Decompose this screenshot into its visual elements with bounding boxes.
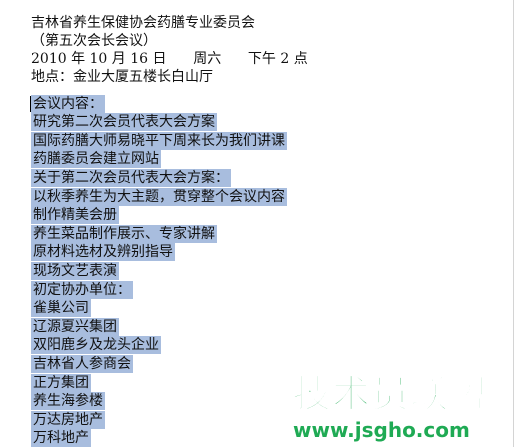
- watermark-title: 技术员联盟: [292, 371, 489, 417]
- selected-line-text: 研究第二次会员代表大会方案: [31, 113, 217, 132]
- selected-line[interactable]: 初定协办单位：: [31, 280, 287, 299]
- selected-line-text: 制作精美会册: [31, 206, 119, 225]
- watermark-url: www.jsgho.com: [293, 418, 470, 442]
- meeting-date-line: 2010 年 10 月 16 日 周六 下午 2 点: [31, 51, 308, 67]
- selected-line[interactable]: 万科地产: [31, 429, 287, 447]
- document-header: 吉林省养生保健协会药膳专业委员会 （第五次会长会议） 2010 年 10 月 1…: [31, 14, 308, 86]
- selected-line-text: 药膳委员会建立网站: [31, 150, 161, 169]
- document-subtitle: （第五次会长会议）: [31, 33, 157, 49]
- selected-line[interactable]: 国际药膳大师易晓平下周来长为我们讲课: [31, 131, 287, 150]
- selected-line[interactable]: 关于第二次会员代表大会方案：: [31, 168, 287, 187]
- document-page[interactable]: 吉林省养生保健协会药膳专业委员会 （第五次会长会议） 2010 年 10 月 1…: [0, 0, 522, 447]
- selected-line[interactable]: 双阳鹿乡及龙头企业: [31, 336, 287, 355]
- selected-line-text: 雀巢公司: [31, 299, 91, 318]
- selected-line[interactable]: 养生海参楼: [31, 392, 287, 411]
- selected-line[interactable]: 辽源夏兴集团: [31, 317, 287, 336]
- selected-line[interactable]: 正方集团: [31, 373, 287, 392]
- selected-line-text: 现场文艺表演: [31, 261, 119, 280]
- selected-text-block[interactable]: 会议内容： 研究第二次会员代表大会方案 国际药膳大师易晓平下周来长为我们讲课 药…: [31, 94, 287, 447]
- selected-line[interactable]: 原材料选材及辨别指导: [31, 243, 287, 262]
- meeting-location-line: 地点：金业大厦五楼长白山厅: [31, 69, 213, 85]
- selected-line[interactable]: 以秋季养生为大主题，贯穿整个会议内容: [31, 187, 287, 206]
- selected-line[interactable]: 研究第二次会员代表大会方案: [31, 113, 287, 132]
- selected-line[interactable]: 吉林省人参商会: [31, 354, 287, 373]
- selected-line-text: 养生菜品制作展示、专家讲解: [31, 224, 217, 243]
- selected-line-text: 万科地产: [31, 429, 91, 447]
- selected-line-text: 初定协办单位：: [31, 280, 133, 299]
- selected-line-text: 关于第二次会员代表大会方案：: [31, 168, 231, 187]
- site-watermark-logo: 技术员联盟 www.jsgho.com: [290, 371, 522, 447]
- selected-line-text: 会议内容：: [31, 94, 105, 113]
- selected-line-text: 吉林省人参商会: [31, 354, 133, 373]
- selected-line[interactable]: 药膳委员会建立网站: [31, 150, 287, 169]
- selected-line-text: 万达房地产: [31, 410, 105, 429]
- selected-line[interactable]: 会议内容：: [31, 94, 287, 113]
- selected-line[interactable]: 现场文艺表演: [31, 261, 287, 280]
- selected-line[interactable]: 万达房地产: [31, 410, 287, 429]
- selected-line-text: 养生海参楼: [31, 392, 105, 411]
- selected-line-text: 辽源夏兴集团: [31, 317, 119, 336]
- selected-line-text: 国际药膳大师易晓平下周来长为我们讲课: [31, 131, 287, 150]
- selected-line-text: 双阳鹿乡及龙头企业: [31, 336, 161, 355]
- selected-line-text: 以秋季养生为大主题，贯穿整个会议内容: [31, 187, 287, 206]
- selected-line[interactable]: 雀巢公司: [31, 299, 287, 318]
- selected-line[interactable]: 养生菜品制作展示、专家讲解: [31, 224, 287, 243]
- selected-line-text: 原材料选材及辨别指导: [31, 243, 175, 262]
- document-title: 吉林省养生保健协会药膳专业委员会: [31, 15, 255, 31]
- selected-line[interactable]: 制作精美会册: [31, 206, 287, 225]
- selected-line-text: 正方集团: [31, 373, 91, 392]
